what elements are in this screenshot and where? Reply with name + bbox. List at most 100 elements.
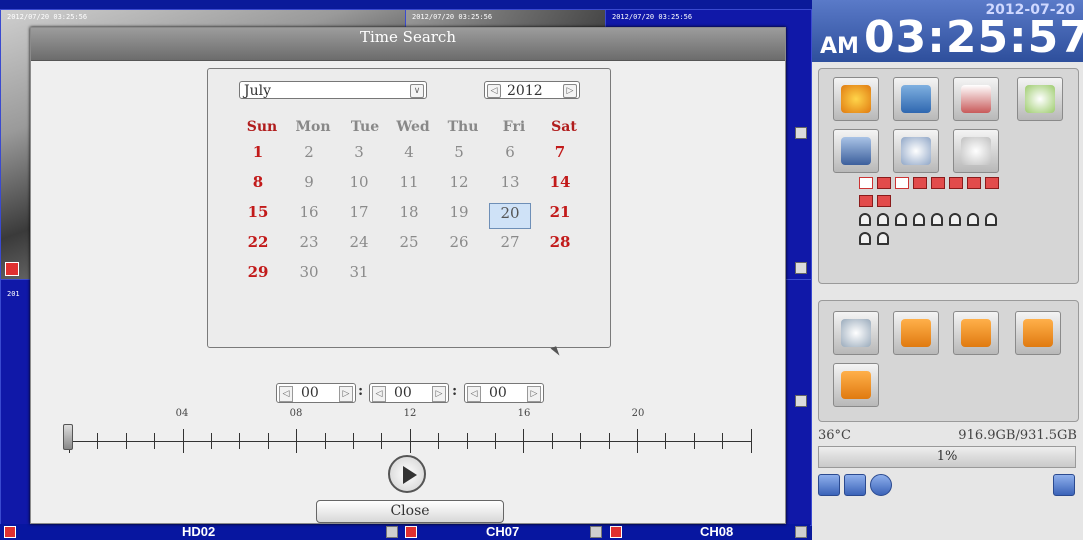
disc-icon[interactable] (870, 474, 892, 496)
calendar-day[interactable]: 18 (388, 203, 430, 229)
calendar-day[interactable]: 16 (288, 203, 330, 229)
quad-view-button[interactable] (1015, 311, 1061, 355)
backup-icon (901, 85, 931, 113)
calendar-day[interactable]: 25 (388, 233, 430, 259)
left-arrow-icon[interactable] (795, 395, 807, 407)
chevron-down-icon[interactable]: ∨ (410, 84, 424, 98)
year-spinner[interactable]: ◁ 2012 ▷ (484, 81, 580, 99)
calendar-day[interactable]: 3 (338, 143, 380, 169)
calendar-day[interactable]: 7 (539, 143, 581, 169)
chevron-right-icon[interactable]: ▷ (432, 386, 446, 402)
month-value: July (244, 83, 272, 99)
left-arrow-icon[interactable] (795, 526, 807, 538)
search-button[interactable] (1017, 77, 1063, 121)
timeline-slider-handle[interactable] (63, 424, 73, 450)
zoom-button[interactable] (833, 311, 879, 355)
user-icon[interactable] (1053, 474, 1075, 496)
timeline-tick (353, 433, 354, 449)
ptz-button[interactable] (893, 129, 939, 173)
play-button[interactable] (388, 455, 426, 493)
calendar-day[interactable]: 14 (539, 173, 581, 199)
minute-value: 00 (394, 385, 412, 401)
calendar-day-selected[interactable]: 20 (489, 203, 531, 229)
camera-timestamp: 2012/07/20 03:25:56 (412, 13, 493, 21)
chevron-right-icon[interactable]: ▷ (527, 386, 541, 402)
chevron-left-icon[interactable]: ◁ (467, 386, 481, 402)
left-arrow-icon[interactable] (795, 127, 807, 139)
timeline-tick (495, 433, 496, 449)
alarm-icon (877, 213, 889, 226)
timeline-tick (438, 433, 440, 449)
calendar-day[interactable]: 9 (288, 173, 330, 199)
settings-icon (961, 137, 991, 165)
usb-icon[interactable] (844, 474, 866, 496)
close-button[interactable]: Close (316, 500, 504, 523)
calendar-day[interactable]: 22 (237, 233, 279, 259)
calendar-day[interactable]: 26 (438, 233, 480, 259)
timeline-tick (239, 433, 241, 449)
calendar-day[interactable]: 5 (438, 143, 480, 169)
second-spinner[interactable]: ◁ 00 ▷ (464, 383, 544, 403)
timeline-tick (125, 433, 127, 449)
calendar-day[interactable]: 28 (539, 233, 581, 259)
timeline-tick (466, 433, 468, 449)
calendar-day[interactable]: 11 (388, 173, 430, 199)
calendar-day[interactable]: 12 (438, 173, 480, 199)
month-select[interactable]: July ∨ (239, 81, 427, 99)
camera-timestamp: 201 (7, 290, 20, 298)
calendar-day[interactable]: 2 (288, 143, 330, 169)
calendar-day[interactable]: 24 (338, 233, 380, 259)
chevron-left-icon[interactable]: ◁ (487, 84, 501, 98)
left-arrow-icon[interactable] (590, 526, 602, 538)
playback-button[interactable] (833, 77, 879, 121)
calendar-day[interactable]: 17 (338, 203, 380, 229)
timeline-tick (580, 433, 582, 449)
calendar-day[interactable]: 13 (489, 173, 531, 199)
log-button[interactable] (953, 77, 999, 121)
alarm-icon (949, 213, 961, 226)
left-arrow-icon[interactable] (795, 262, 807, 274)
nine-view-icon (841, 371, 871, 399)
pip-button[interactable] (893, 311, 939, 355)
channel-label-ch08: CH08 (700, 524, 734, 539)
calendar-day[interactable]: 29 (237, 263, 279, 289)
timeline-tick (551, 433, 553, 449)
sensor-icon (877, 177, 891, 189)
calendar-day[interactable]: 10 (338, 173, 380, 199)
alarm-icon (877, 232, 889, 245)
camera-timestamp: 2012/07/20 03:25:56 (612, 13, 693, 21)
calendar-day[interactable]: 1 (237, 143, 279, 169)
timeline-tick (722, 433, 724, 449)
sensor-icon (859, 195, 873, 207)
log-icon (961, 85, 991, 113)
calendar-day[interactable]: 27 (489, 233, 531, 259)
settings-button[interactable] (953, 129, 999, 173)
network-icon[interactable] (818, 474, 840, 496)
calendar-day[interactable]: 31 (338, 263, 380, 289)
calendar-day[interactable]: 6 (489, 143, 531, 169)
calendar-day[interactable]: 19 (438, 203, 480, 229)
calendar-day[interactable]: 4 (388, 143, 430, 169)
camera-setup-button[interactable] (833, 129, 879, 173)
zoom-icon (841, 319, 871, 347)
calendar-day[interactable]: 30 (288, 263, 330, 289)
function-panel (818, 68, 1079, 284)
left-arrow-icon[interactable] (386, 526, 398, 538)
minute-spinner[interactable]: ◁ 00 ▷ (369, 383, 449, 403)
chevron-left-icon[interactable]: ◁ (372, 386, 386, 402)
camera-setup-icon (841, 137, 871, 165)
hour-spinner[interactable]: ◁ 00 ▷ (276, 383, 356, 403)
backup-button[interactable] (893, 77, 939, 121)
weekday-header: Sun (246, 119, 278, 135)
calendar: July ∨ ◁ 2012 ▷ Sun Mon Tue Wed Thu Fri … (207, 68, 611, 348)
nine-view-button[interactable] (833, 363, 879, 407)
timeline-label: 08 (289, 408, 303, 419)
calendar-day[interactable]: 21 (539, 203, 581, 229)
chevron-left-icon[interactable]: ◁ (279, 386, 293, 402)
calendar-day[interactable]: 23 (288, 233, 330, 259)
chevron-right-icon[interactable]: ▷ (563, 84, 577, 98)
calendar-day[interactable]: 15 (237, 203, 279, 229)
chevron-right-icon[interactable]: ▷ (339, 386, 353, 402)
calendar-day[interactable]: 8 (237, 173, 279, 199)
single-view-button[interactable] (953, 311, 999, 355)
